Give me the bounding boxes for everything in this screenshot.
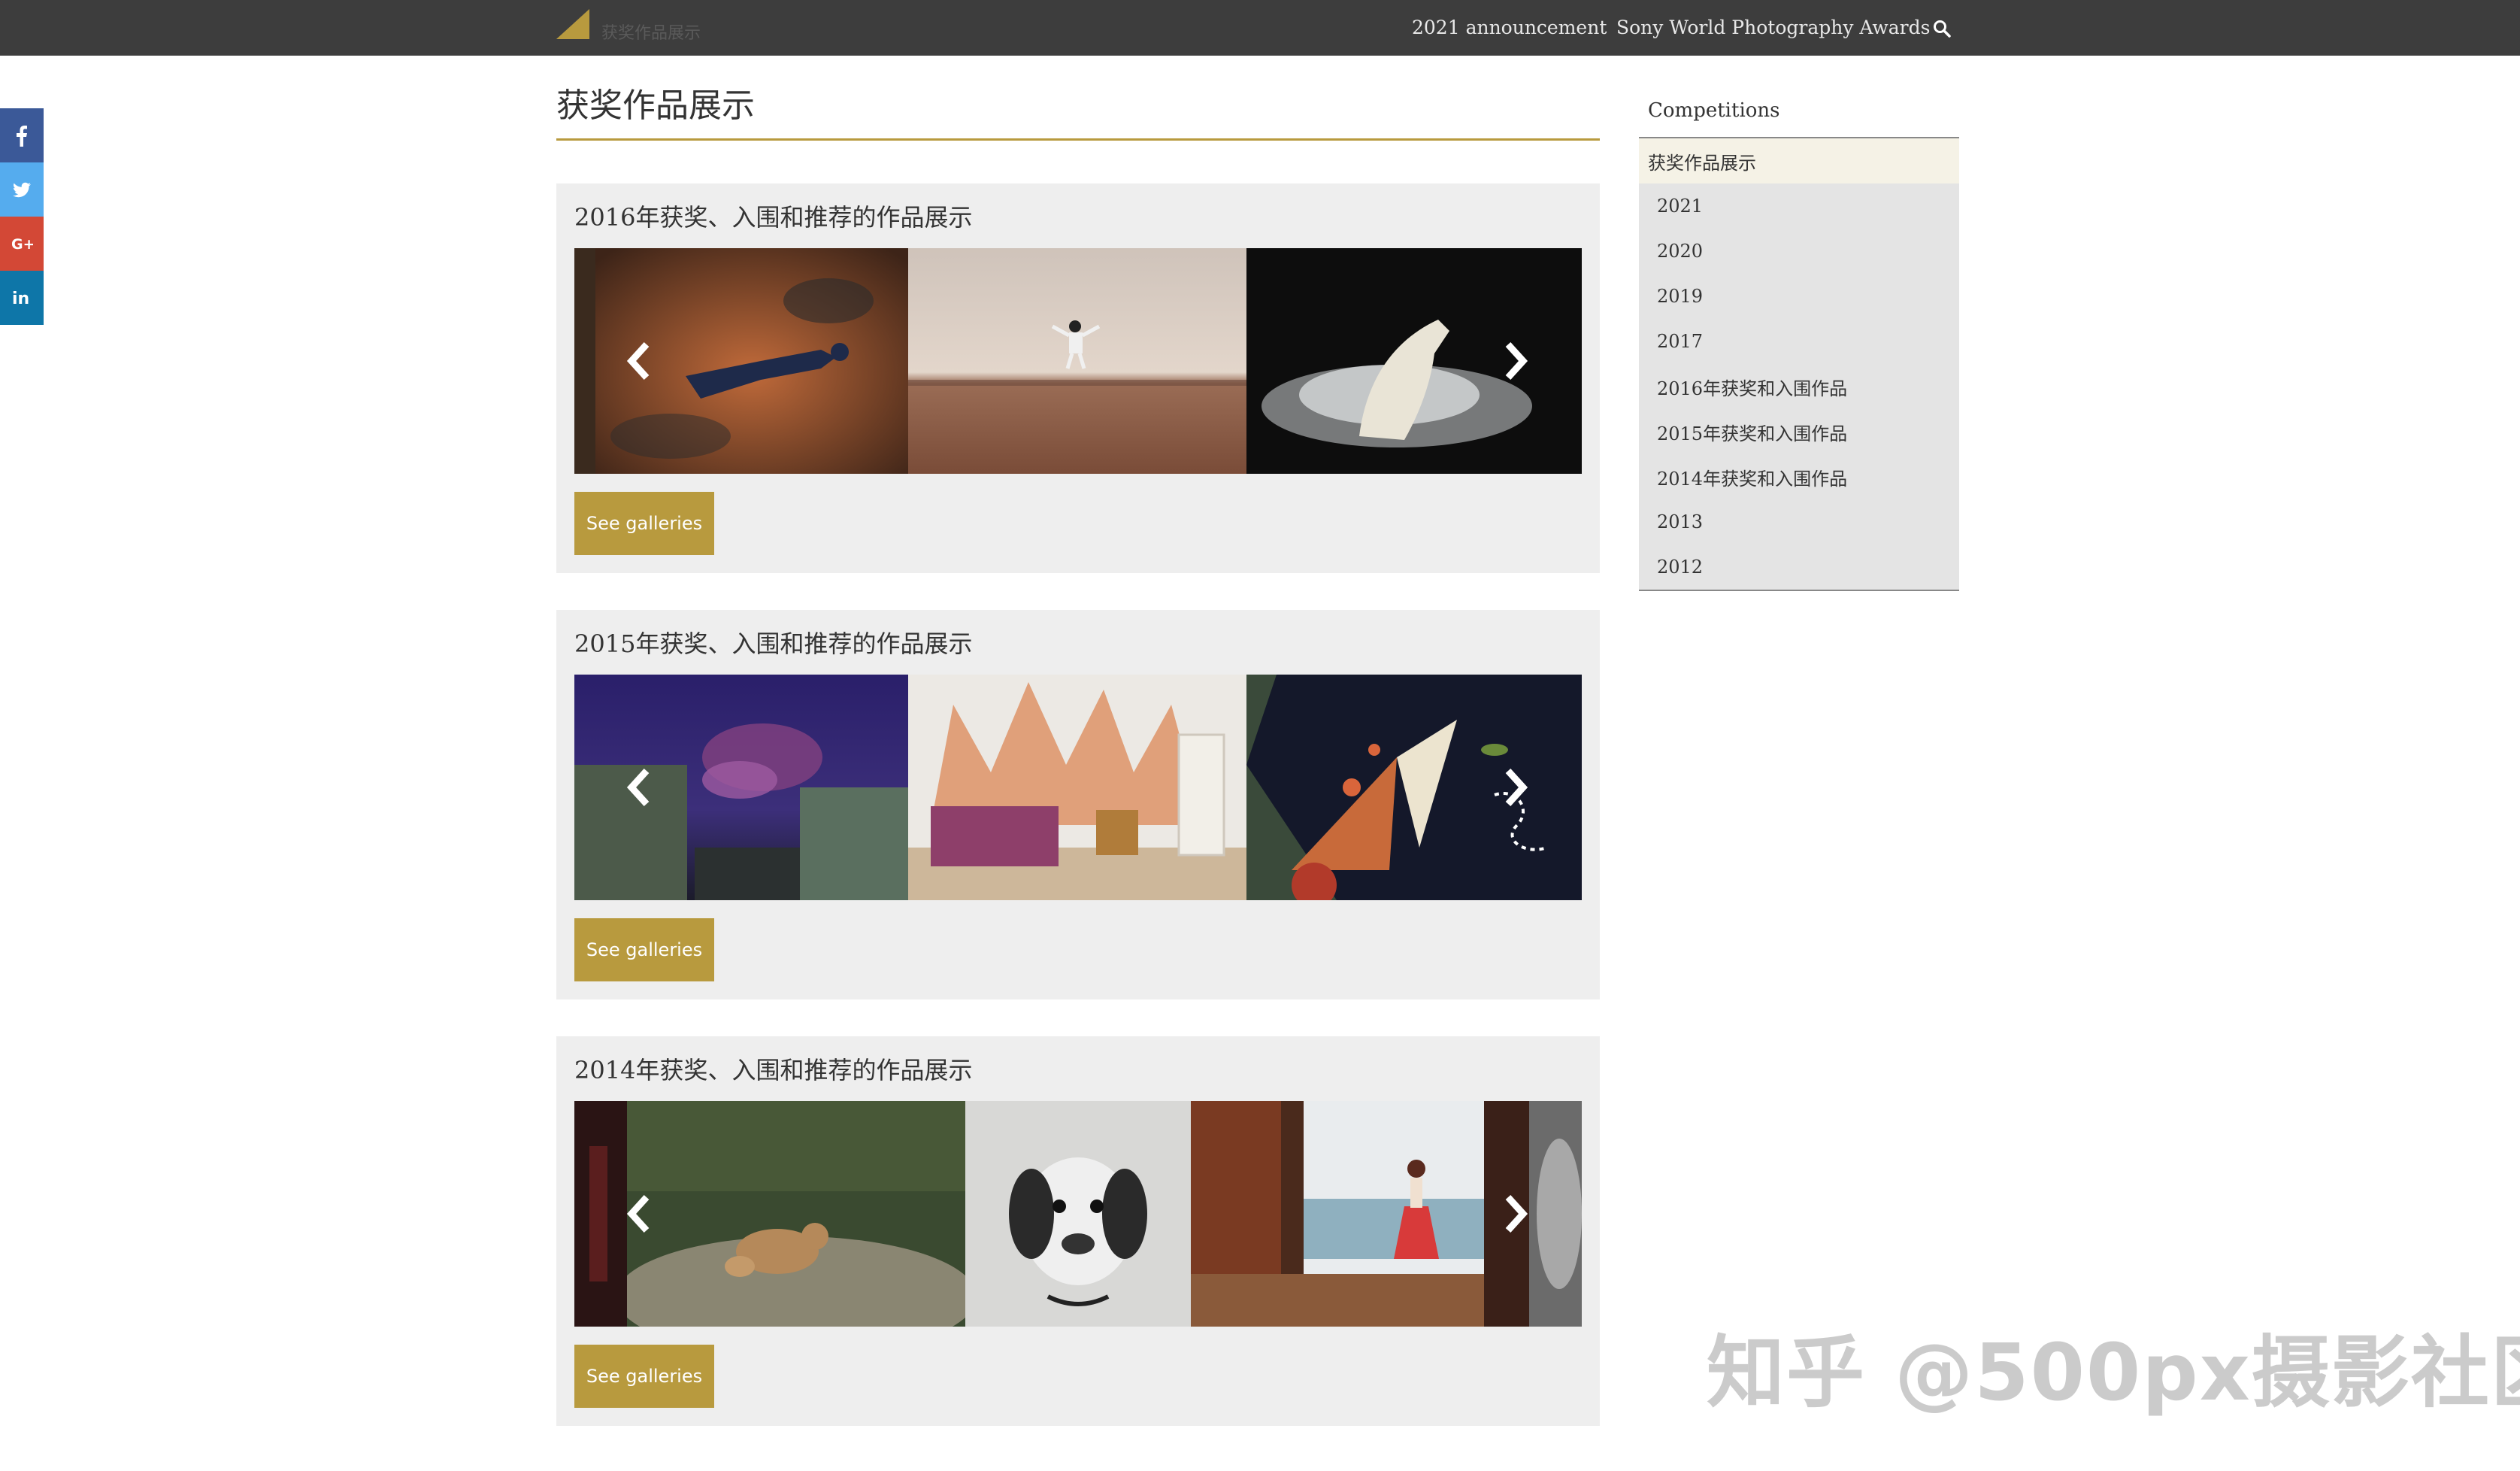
- carousel-photo-aerial-sports-field[interactable]: [1246, 675, 1582, 900]
- gallery-block-2014: 2014年获奖、入围和推荐的作品展示 See galleries: [556, 1036, 1600, 1426]
- chevron-left-icon: [626, 1194, 650, 1233]
- carousel-prev-arrow[interactable]: [624, 337, 654, 385]
- carousel-next-arrow[interactable]: [1501, 1190, 1531, 1238]
- chevron-right-icon: [1505, 768, 1528, 807]
- nav-link-2021-announcement[interactable]: 2021 announcement: [1412, 17, 1607, 38]
- sidebar-title: Competitions: [1648, 99, 1780, 122]
- title-divider: [556, 138, 1600, 141]
- carousel-photo-polar-bear-splash[interactable]: [1246, 248, 1582, 474]
- carousel-photo-dog-portrait[interactable]: [965, 1101, 1191, 1327]
- photo-carousel: [574, 1101, 1582, 1327]
- chevron-left-icon: [626, 341, 650, 381]
- carousel-photo-woman-balcony[interactable]: [1191, 1101, 1529, 1327]
- sidebar-item-2017[interactable]: 2017: [1639, 319, 1959, 364]
- linkedin-icon: in: [12, 290, 29, 308]
- carousel-photo-lioness-cubs[interactable]: [627, 1101, 965, 1327]
- gallery-title: 2016年获奖、入围和推荐的作品展示: [574, 203, 973, 232]
- photo-carousel: [574, 248, 1582, 474]
- sidebar-item-2013[interactable]: 2013: [1639, 499, 1959, 544]
- sidebar-item-2014-winners[interactable]: 2014年获奖和入围作品: [1639, 454, 1959, 499]
- facebook-share-button[interactable]: [0, 108, 44, 162]
- linkedin-share-button[interactable]: in: [0, 271, 44, 325]
- nav-link-sony-world-photography-awards[interactable]: Sony World Photography Awards: [1616, 17, 1930, 38]
- sidebar-item-2021[interactable]: 2021: [1639, 183, 1959, 229]
- page-title: 获奖作品展示: [556, 86, 755, 125]
- gallery-block-2015: 2015年获奖、入围和推荐的作品展示 See galleries: [556, 610, 1600, 999]
- facebook-icon: [17, 126, 27, 147]
- sidebar-item-2015-winners[interactable]: 2015年获奖和入围作品: [1639, 409, 1959, 454]
- chevron-left-icon: [626, 768, 650, 807]
- twitter-icon: [13, 182, 31, 198]
- competitions-sidebar-menu: 获奖作品展示 2021 2020 2019 2017 2016年获奖和入围作品 …: [1639, 137, 1959, 591]
- search-icon[interactable]: [1932, 19, 1952, 38]
- carousel-next-arrow[interactable]: [1501, 763, 1531, 811]
- sidebar-item-2019[interactable]: 2019: [1639, 274, 1959, 319]
- sidebar-item-2020[interactable]: 2020: [1639, 229, 1959, 274]
- sidebar-item-winners-showcase[interactable]: 获奖作品展示: [1639, 138, 1959, 183]
- gallery-title: 2014年获奖、入围和推荐的作品展示: [574, 1056, 973, 1084]
- carousel-photo-edge[interactable]: [574, 1101, 627, 1327]
- see-galleries-button[interactable]: See galleries: [574, 492, 714, 555]
- sidebar-item-2012[interactable]: 2012: [1639, 544, 1959, 590]
- google-plus-icon: G+: [11, 236, 33, 253]
- logo-subtitle: 获奖作品展示: [601, 24, 701, 43]
- twitter-share-button[interactable]: [0, 162, 44, 217]
- see-galleries-button[interactable]: See galleries: [574, 918, 714, 981]
- photo-carousel: [574, 675, 1582, 900]
- chevron-right-icon: [1505, 341, 1528, 381]
- svg-text:in: in: [12, 290, 29, 308]
- watermark: 知乎 @500px摄影社区: [1707, 1327, 2520, 1418]
- top-navigation-bar: 获奖作品展示 2021 announcement Sony World Phot…: [0, 0, 2520, 56]
- carousel-photo-bedroom-sun-mural[interactable]: [908, 675, 1246, 900]
- chevron-right-icon: [1505, 1194, 1528, 1233]
- carousel-prev-arrow[interactable]: [624, 1190, 654, 1238]
- carousel-photo-edge[interactable]: [574, 248, 595, 474]
- gallery-title: 2015年获奖、入围和推荐的作品展示: [574, 629, 973, 658]
- google-plus-share-button[interactable]: G+: [0, 217, 44, 271]
- see-galleries-button[interactable]: See galleries: [574, 1345, 714, 1408]
- logo[interactable]: [556, 9, 589, 39]
- carousel-photo-astronaut-desert[interactable]: [908, 248, 1246, 474]
- svg-text:G+: G+: [11, 236, 33, 253]
- sidebar-item-2016-winners[interactable]: 2016年获奖和入围作品: [1639, 364, 1959, 409]
- social-share-bar: G+ in: [0, 108, 44, 325]
- carousel-prev-arrow[interactable]: [624, 763, 654, 811]
- carousel-photo-edge[interactable]: [1529, 1101, 1582, 1327]
- gallery-block-2016: 2016年获奖、入围和推荐的作品展示 See galleries: [556, 183, 1600, 573]
- carousel-next-arrow[interactable]: [1501, 337, 1531, 385]
